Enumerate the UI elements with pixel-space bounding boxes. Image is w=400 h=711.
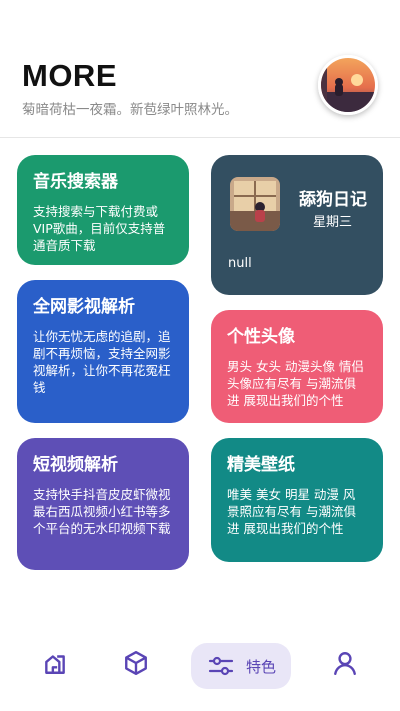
card-title: 音乐搜索器 bbox=[33, 172, 118, 192]
nav-home[interactable] bbox=[35, 643, 75, 683]
diary-content: null bbox=[228, 256, 252, 271]
avatar[interactable] bbox=[318, 55, 378, 115]
card-title: 个性头像 bbox=[227, 327, 295, 347]
bottom-nav: 特色 bbox=[0, 620, 400, 711]
page-header: MORE 菊暗荷枯一夜霜。新苞绿叶照林光。 bbox=[0, 0, 400, 138]
diary-card[interactable]: 舔狗日记 星期三 null bbox=[211, 155, 383, 295]
card-title: 全网影视解析 bbox=[33, 297, 135, 317]
music-search-card[interactable]: 音乐搜索器 支持搜索与下载付费或VIP歌曲，目前仅支持普通音质下载 bbox=[17, 155, 189, 265]
diary-weekday: 星期三 bbox=[313, 215, 353, 230]
user-icon bbox=[334, 652, 356, 676]
page-title: MORE bbox=[22, 58, 117, 93]
card-description: 唯美 美女 明星 动漫 风景照应有尽有 与潮流俱进 展现出我们的个性 bbox=[227, 487, 356, 536]
avatar-image bbox=[321, 58, 375, 112]
sliders-icon bbox=[208, 656, 234, 676]
nav-profile[interactable] bbox=[325, 643, 365, 683]
card-title: 短视频解析 bbox=[33, 455, 118, 475]
card-description: 让你无忧无虑的追剧，追剧不再烦恼，支持全网影视解析，让你不再花冤枉钱 bbox=[33, 329, 171, 395]
short-video-parse-card[interactable]: 短视频解析 支持快手抖音皮皮虾微视最右西瓜视频小红书等多个平台的无水印视频下载 bbox=[17, 438, 189, 570]
nav-features-label: 特色 bbox=[246, 658, 277, 676]
avatar-collection-card[interactable]: 个性头像 男头 女头 动漫头像 情侣头像应有尽有 与潮流俱进 展现出我们的个性 bbox=[211, 310, 383, 423]
wallpaper-card[interactable]: 精美壁纸 唯美 美女 明星 动漫 风景照应有尽有 与潮流俱进 展现出我们的个性 bbox=[211, 438, 383, 562]
card-title: 精美壁纸 bbox=[227, 455, 295, 475]
diary-image bbox=[230, 177, 280, 231]
card-description: 男头 女头 动漫头像 情侣头像应有尽有 与潮流俱进 展现出我们的个性 bbox=[227, 359, 364, 408]
home-icon bbox=[45, 655, 65, 674]
cube-icon bbox=[125, 650, 147, 676]
video-parse-card[interactable]: 全网影视解析 让你无忧无虑的追剧，追剧不再烦恼，支持全网影视解析，让你不再花冤枉… bbox=[17, 280, 189, 423]
card-description: 支持快手抖音皮皮虾微视最右西瓜视频小红书等多个平台的无水印视频下载 bbox=[33, 487, 171, 536]
card-title: 舔狗日记 bbox=[299, 190, 367, 210]
card-description: 支持搜索与下载付费或VIP歌曲，目前仅支持普通音质下载 bbox=[33, 204, 166, 253]
page-subtitle: 菊暗荷枯一夜霜。新苞绿叶照林光。 bbox=[22, 102, 238, 118]
nav-features[interactable]: 特色 bbox=[191, 643, 291, 689]
nav-cube[interactable] bbox=[116, 643, 156, 683]
